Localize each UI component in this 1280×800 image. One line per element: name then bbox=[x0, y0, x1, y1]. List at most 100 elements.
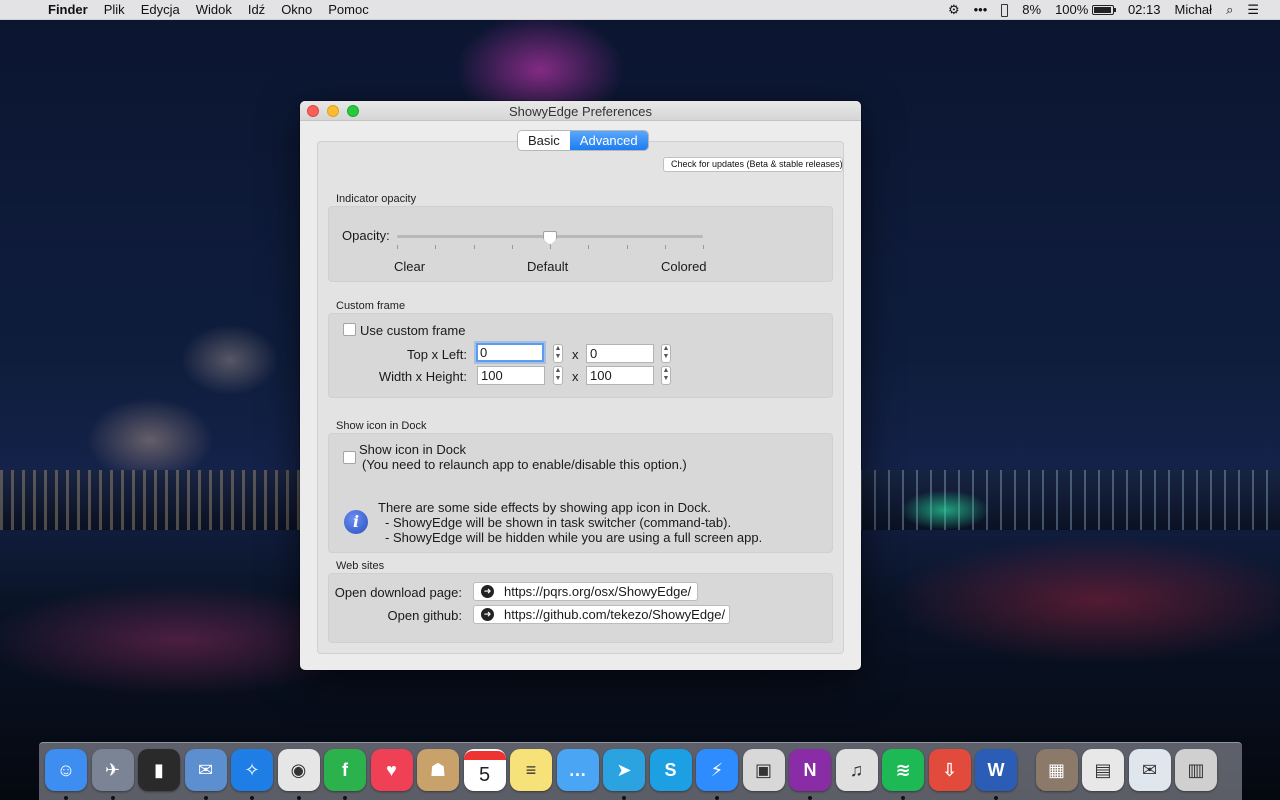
slider-label-colored: Colored bbox=[661, 259, 707, 274]
dock-pocket-icon[interactable]: ♥ bbox=[370, 749, 413, 791]
dock-mail-doc-icon[interactable]: ✉ bbox=[1128, 749, 1171, 791]
info-line-2: - ShowyEdge will be shown in task switch… bbox=[385, 515, 732, 530]
dock-launchpad-icon[interactable]: ✈ bbox=[91, 749, 134, 791]
dock-preview-icon[interactable]: ▣ bbox=[742, 749, 785, 791]
github-label: Open github: bbox=[387, 608, 462, 623]
user-name[interactable]: Michał bbox=[1167, 0, 1219, 20]
use-custom-frame-checkbox[interactable] bbox=[343, 323, 356, 336]
menu-plik[interactable]: Plik bbox=[96, 0, 133, 20]
dock-running-indicator bbox=[715, 796, 719, 800]
dock-feedly-icon[interactable]: f bbox=[324, 749, 366, 791]
dock-calendar-icon[interactable]: 5 bbox=[463, 749, 506, 791]
show-in-dock-checkbox[interactable] bbox=[343, 451, 356, 464]
github-button[interactable]: ➜ https://github.com/tekezo/ShowyEdge/ bbox=[473, 605, 730, 624]
menu-edycja[interactable]: Edycja bbox=[133, 0, 188, 20]
github-url: https://github.com/tekezo/ShowyEdge/ bbox=[504, 607, 726, 622]
relaunch-note: (You need to relaunch app to enable/disa… bbox=[362, 457, 687, 472]
dock-messages-icon[interactable]: … bbox=[556, 749, 599, 791]
slider-tick bbox=[473, 245, 475, 249]
width-field[interactable]: 100 bbox=[477, 366, 545, 385]
menu-bar: Finder Plik Edycja Widok Idź Okno Pomoc … bbox=[0, 0, 1280, 20]
left-stepper[interactable]: ▲ ▼ bbox=[661, 344, 671, 363]
dock-mail-icon[interactable]: ✉ bbox=[184, 749, 227, 791]
top-stepper[interactable]: ▲ ▼ bbox=[553, 344, 563, 363]
menu-idz[interactable]: Idź bbox=[240, 0, 273, 20]
slider-tick bbox=[397, 245, 398, 249]
size-label: Width x Height: bbox=[378, 369, 467, 384]
dock-notes-icon[interactable]: ≡ bbox=[510, 749, 552, 791]
battery-percent[interactable]: 100% bbox=[1048, 0, 1121, 20]
title-bar[interactable]: ShowyEdge Preferences bbox=[300, 101, 861, 121]
show-in-dock-label[interactable]: Show icon in Dock bbox=[359, 442, 466, 457]
dock-running-indicator bbox=[110, 796, 115, 800]
tab-content: Check for updates (Beta & stable release… bbox=[317, 141, 844, 654]
slider-tick bbox=[550, 245, 551, 249]
dock-running-indicator bbox=[64, 796, 68, 800]
height-stepper[interactable]: ▲ ▼ bbox=[661, 366, 671, 385]
dock-finder-icon[interactable]: ☺ bbox=[45, 749, 87, 791]
dock-running-indicator bbox=[203, 796, 208, 800]
dock-chrome-icon[interactable]: ◉ bbox=[277, 749, 320, 791]
slider-tick bbox=[511, 245, 513, 249]
bridge-glow bbox=[900, 490, 990, 530]
slider-tick bbox=[703, 245, 704, 249]
menu-pomoc[interactable]: Pomoc bbox=[320, 0, 376, 20]
dock-telegram-icon[interactable]: ➤ bbox=[603, 749, 645, 791]
dock-onenote-icon[interactable]: N bbox=[789, 749, 831, 791]
tab-advanced[interactable]: Advanced bbox=[569, 131, 648, 150]
dock-messenger-icon[interactable]: ⚡ bbox=[696, 749, 738, 791]
size-separator: x bbox=[572, 369, 579, 384]
dock-section-label: Show icon in Dock bbox=[336, 420, 427, 432]
dock: ☺ ✈ ▮ ✉ ✧ ◉ f ♥ ☗ 5 ≡… ➤ S ⚡ ▣ N ♫ ≋ ⇩ W ▦ ▤ ✉ ▥ bbox=[39, 742, 1242, 800]
phone-icon[interactable] bbox=[994, 0, 1015, 20]
top-left-label: Top x Left: bbox=[407, 347, 467, 362]
dock-skype-icon[interactable]: S bbox=[649, 749, 692, 791]
menu-widok[interactable]: Widok bbox=[188, 0, 240, 20]
status-area: ⚙ ••• 8% 100% 02:13 Michał ⌕ ☰ bbox=[941, 0, 1280, 20]
use-custom-frame-label[interactable]: Use custom frame bbox=[360, 323, 465, 338]
dock-downloader-icon[interactable]: ⇩ bbox=[928, 749, 971, 791]
menu-app-name[interactable]: Finder bbox=[46, 0, 96, 20]
dock-running-indicator bbox=[808, 796, 812, 800]
slider-label-clear: Clear bbox=[394, 259, 426, 274]
slider-label-default: Default bbox=[527, 259, 569, 274]
height-field[interactable]: 100 bbox=[586, 366, 654, 385]
menu-okno[interactable]: Okno bbox=[273, 0, 320, 20]
spotlight-search-icon[interactable]: ⌕ bbox=[1219, 0, 1240, 20]
custom-frame-section-label: Custom frame bbox=[336, 300, 406, 312]
info-icon: i bbox=[344, 510, 368, 534]
dock-photos-folder-icon[interactable]: ▦ bbox=[1035, 749, 1078, 791]
slider-tick bbox=[588, 245, 590, 249]
download-page-button[interactable]: ➜ https://pqrs.org/osx/ShowyEdge/ bbox=[473, 582, 698, 601]
phone-battery-text[interactable]: 8% bbox=[1015, 0, 1048, 20]
slider-tick bbox=[664, 245, 666, 249]
dock-itunes-icon[interactable]: ♫ bbox=[835, 749, 878, 791]
websites-group: Open download page: ➜ https://pqrs.org/o… bbox=[328, 573, 833, 643]
dock-trash-icon[interactable]: ▥ bbox=[1175, 749, 1217, 791]
dock-spotify-icon[interactable]: ≋ bbox=[882, 749, 924, 791]
dock-contacts-icon[interactable]: ☗ bbox=[417, 749, 459, 791]
tab-bar: Basic Advanced bbox=[518, 131, 648, 150]
left-field[interactable]: 0 bbox=[586, 344, 654, 363]
download-url: https://pqrs.org/osx/ShowyEdge/ bbox=[504, 584, 692, 599]
opacity-label: Opacity: bbox=[342, 228, 390, 243]
dock-activity-monitor-icon[interactable]: ▮ bbox=[138, 749, 180, 791]
dock-running-indicator bbox=[296, 796, 301, 800]
preferences-window: ShowyEdge Preferences Basic Advanced Che… bbox=[300, 101, 861, 670]
width-stepper[interactable]: ▲ ▼ bbox=[553, 366, 563, 385]
more-icon[interactable]: ••• bbox=[967, 0, 995, 20]
window-title: ShowyEdge Preferences bbox=[508, 104, 653, 119]
dock-running-indicator bbox=[994, 796, 998, 800]
dock-word-icon[interactable]: W bbox=[975, 749, 1017, 791]
tab-basic[interactable]: Basic bbox=[518, 131, 570, 150]
check-updates-button[interactable]: Check for updates (Beta & stable release… bbox=[663, 157, 843, 172]
dock-jpeg-file-icon[interactable]: ▤ bbox=[1082, 749, 1124, 791]
clock[interactable]: 02:13 bbox=[1121, 0, 1168, 20]
city-skyline bbox=[0, 470, 300, 530]
opacity-slider-knob[interactable] bbox=[543, 231, 557, 245]
dock-safari-icon[interactable]: ✧ bbox=[231, 749, 273, 791]
opacity-section-label: Indicator opacity bbox=[336, 193, 417, 205]
top-field[interactable]: 0 bbox=[476, 343, 544, 362]
gear-icon[interactable]: ⚙ bbox=[941, 0, 967, 20]
notification-center-icon[interactable]: ☰ bbox=[1240, 0, 1266, 20]
